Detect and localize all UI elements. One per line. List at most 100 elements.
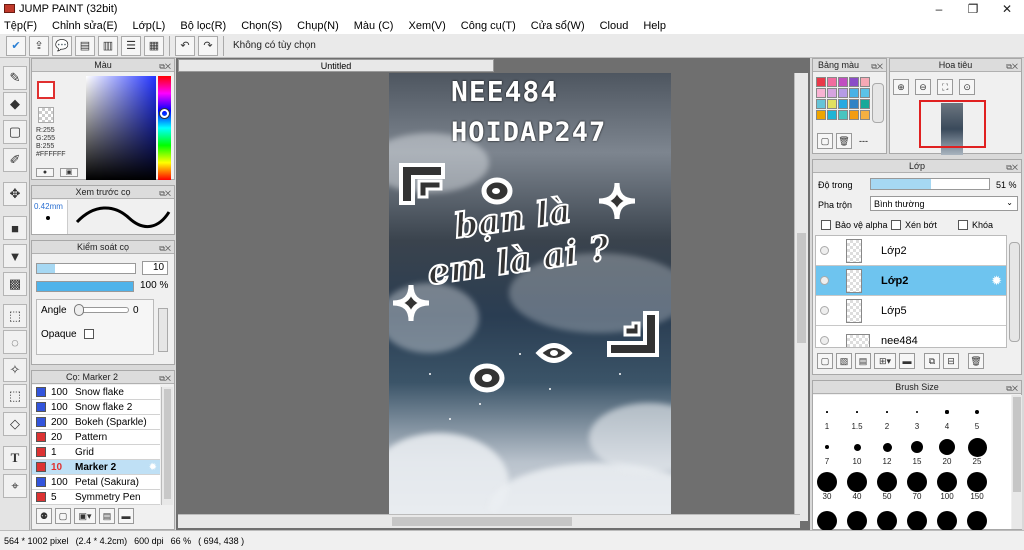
export-icon[interactable]: ⇪ [29, 35, 49, 56]
palette-swatch[interactable] [816, 88, 826, 98]
palette-swatch[interactable] [827, 110, 837, 120]
fill-rect-tool-icon[interactable]: ■ [3, 216, 27, 240]
redo-icon[interactable]: ↷ [198, 35, 218, 56]
brush-size-dot[interactable] [907, 472, 927, 492]
brush-control-scrollbar[interactable] [158, 308, 168, 352]
menu-layer[interactable]: Lớp(L) [132, 20, 165, 32]
list-icon[interactable]: ☰ [121, 35, 141, 56]
layer-row-selected[interactable]: Lớp2 ✹ [816, 266, 1006, 296]
menu-edit[interactable]: Chỉnh sửa(E) [52, 20, 117, 32]
brush-opacity-slider[interactable] [36, 281, 134, 292]
hue-handle[interactable] [160, 109, 169, 118]
brush-size-dot[interactable] [877, 472, 897, 492]
brush-size-dot[interactable] [847, 472, 867, 492]
palette-swatch[interactable] [860, 99, 870, 109]
minimize-button[interactable]: – [922, 0, 956, 17]
text-tool-icon[interactable]: T [3, 446, 27, 470]
saturation-value-field[interactable] [86, 76, 156, 180]
document-tab[interactable]: Untitled [178, 59, 494, 72]
select-pen-tool-icon[interactable]: ⬚ [3, 384, 27, 408]
layer-row[interactable]: Lớp5 [816, 296, 1006, 326]
palette-swatch[interactable] [827, 99, 837, 109]
palette-swatch[interactable] [816, 77, 826, 87]
document-icon[interactable]: ▥ [98, 35, 118, 56]
canvas-horizontal-scrollbar[interactable] [178, 514, 800, 528]
palette-scrollbar[interactable] [872, 83, 884, 123]
maximize-button[interactable]: ❐ [956, 0, 990, 17]
navigator-view-rect[interactable] [919, 100, 986, 148]
panel-popout-icon[interactable]: ⧉✕ [1006, 382, 1018, 395]
gear-icon[interactable]: ✹ [991, 273, 1002, 289]
brush-size-dot[interactable] [967, 472, 987, 492]
undo-icon[interactable]: ↶ [175, 35, 195, 56]
brush-doc-icon[interactable]: ▤ [99, 508, 115, 524]
stamp-icon[interactable]: ⚉ [36, 508, 52, 524]
merge-layer-icon[interactable]: ⊟ [943, 353, 959, 369]
menu-capture[interactable]: Chụp(N) [297, 20, 339, 32]
palette-swatch[interactable] [860, 77, 870, 87]
zoom-out-icon[interactable]: ⊖ [915, 79, 932, 95]
brush-item[interactable]: 20 Pattern [32, 430, 160, 445]
brush-item[interactable]: 1 Grid [32, 445, 160, 460]
brush-size-dot[interactable] [825, 445, 829, 449]
note-icon[interactable]: ▤ [75, 35, 95, 56]
artwork-canvas[interactable]: NEE484 HOIDAP247 bạn là em là ai ? [389, 73, 671, 515]
palette-swatch[interactable] [849, 88, 859, 98]
pen-tool-icon[interactable]: ✎ [3, 66, 27, 90]
brush-size-dot[interactable] [975, 410, 979, 414]
eraser-tool-icon[interactable]: ◆ [3, 92, 27, 116]
brush-size-dot[interactable] [847, 511, 867, 531]
gear-icon[interactable]: ✹ [149, 462, 157, 473]
brush-item-selected[interactable]: 10 Marker 2 ✹ [32, 460, 160, 475]
folder-icon[interactable]: ▬ [899, 353, 915, 369]
brush-size-dot[interactable] [945, 410, 949, 414]
lock-checkbox[interactable] [958, 220, 968, 230]
menu-filter[interactable]: Bộ lọc(R) [180, 20, 226, 32]
menu-color[interactable]: Màu (C) [354, 20, 394, 32]
palette-swatch[interactable] [860, 110, 870, 120]
brush-size-slider[interactable] [36, 263, 136, 274]
zoom-reset-icon[interactable]: ⊙ [959, 79, 976, 95]
palette-swatch[interactable] [860, 88, 870, 98]
new-layer-icon[interactable]: ▢ [817, 353, 833, 369]
add-layer-menu-icon[interactable]: ⊞▾ [874, 353, 896, 369]
fit-screen-icon[interactable]: ⛶ [937, 79, 954, 95]
duplicate-layer-icon[interactable]: ⧉ [924, 353, 940, 369]
new-palette-icon[interactable]: ▢ [817, 133, 833, 149]
brush-size-scrollbar[interactable] [1012, 395, 1022, 529]
delete-layer-icon[interactable]: 🗑 [968, 353, 984, 369]
brush-size-dot[interactable] [817, 472, 837, 492]
panel-popout-icon[interactable]: ⧉✕ [1006, 161, 1018, 174]
brush-size-dot[interactable] [907, 511, 927, 531]
palette-swatch[interactable] [816, 99, 826, 109]
palette-swatch[interactable] [849, 110, 859, 120]
brush-size-dot[interactable] [826, 411, 828, 413]
new-brush-icon[interactable]: ▢ [55, 508, 71, 524]
panel-popout-icon[interactable]: ⧉✕ [871, 60, 883, 73]
brush-size-dot[interactable] [939, 439, 955, 455]
opaque-checkbox[interactable] [84, 329, 94, 339]
blur-tool-icon[interactable]: ✐ [3, 148, 27, 172]
brush-size-dot[interactable] [937, 472, 957, 492]
bucket-tool-icon[interactable]: ▼ [3, 244, 27, 268]
brush-menu-icon[interactable]: ▣▾ [74, 508, 96, 524]
lasso-tool-icon[interactable]: ◌ [3, 330, 27, 354]
brush-size-dot[interactable] [915, 410, 919, 414]
angle-slider-handle[interactable] [74, 304, 84, 316]
palette-swatch[interactable] [838, 88, 848, 98]
brush-size-dot[interactable] [886, 411, 888, 413]
palette-swatch[interactable] [838, 77, 848, 87]
panel-popout-icon[interactable]: ⧉✕ [1006, 60, 1018, 73]
protect-alpha-checkbox[interactable] [821, 220, 831, 230]
brush-size-value[interactable]: 10 [142, 261, 168, 275]
rect-select-tool-icon[interactable]: ⬚ [3, 304, 27, 328]
rectangle-tool-icon[interactable]: ▢ [3, 120, 27, 144]
panel-popout-icon[interactable]: ⧉✕ [159, 60, 171, 73]
canvas-vertical-scrollbar[interactable] [794, 73, 808, 521]
palette-swatch[interactable] [827, 77, 837, 87]
layer-list-scrollbar[interactable] [1009, 242, 1020, 342]
brush-size-dot[interactable] [853, 443, 861, 451]
palette-swatch[interactable] [838, 110, 848, 120]
panel-popout-icon[interactable]: ⧉✕ [159, 187, 171, 200]
brush-item[interactable]: 5 Symmetry Pen [32, 490, 160, 505]
